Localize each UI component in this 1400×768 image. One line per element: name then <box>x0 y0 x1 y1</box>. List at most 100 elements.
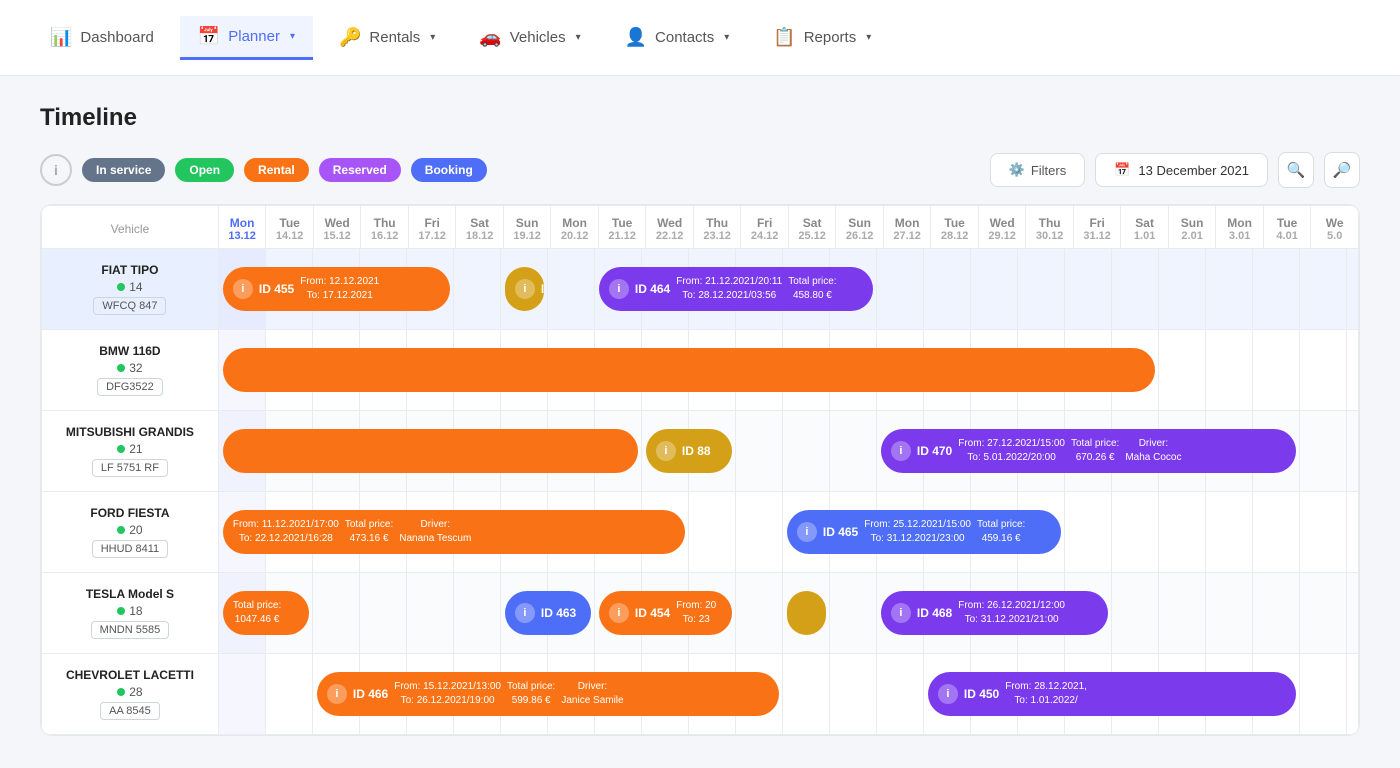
event-pill-tesla-short[interactable]: Total price:1047.46 € <box>223 591 309 635</box>
event-pill-466[interactable]: iID 466From: 15.12.2021/13:00To: 26.12.2… <box>317 672 779 716</box>
pill-detail: From: 26.12.2021/12:00To: 31.12.2021/21:… <box>958 599 1065 627</box>
planner-chevron-icon: ▾ <box>290 31 295 42</box>
col-header-2: Wed15.12 <box>313 206 361 249</box>
pill-driver: Driver:Maha Cococ <box>1125 437 1181 465</box>
pill-info-icon: i <box>515 603 535 623</box>
event-pill-450[interactable]: iID 450From: 28.12.2021,To: 1.01.2022/ <box>928 672 1296 716</box>
col-header-10: Thu23.12 <box>693 206 741 249</box>
search-button-2[interactable]: 🔎 <box>1324 152 1360 188</box>
pill-info-icon: i <box>891 603 911 623</box>
vehicles-icon: 🚗 <box>479 27 501 48</box>
pill-detail: From: 28.12.2021,To: 1.01.2022/ <box>1005 680 1087 708</box>
vehicle-id-chevrolet-lacetti: 28 <box>50 685 210 699</box>
badge-inservice[interactable]: In service <box>82 158 165 182</box>
contacts-icon: 👤 <box>625 27 647 48</box>
dashboard-label: Dashboard <box>80 29 153 46</box>
pill-detail: From: 25.12.2021/15:00To: 31.12.2021/23:… <box>864 518 971 546</box>
col-header-16: Wed29.12 <box>978 206 1026 249</box>
status-dot <box>117 607 125 615</box>
event-pill-470[interactable]: iID 470From: 27.12.2021/15:00To: 5.01.20… <box>881 429 1296 473</box>
timeline-header: Vehicle Mon13.12Tue14.12Wed15.12Thu16.12… <box>42 206 1359 249</box>
pill-driver: Driver:Nanana Tescum <box>399 518 471 546</box>
pill-info-icon: i <box>797 522 817 542</box>
event-pill-tesla-yellow[interactable] <box>787 591 826 635</box>
event-pill-455[interactable]: iID 455From: 12.12.2021To: 17.12.2021 <box>223 267 450 311</box>
vehicle-name-tesla-model-s: TESLA Model S <box>50 587 210 601</box>
event-pill-464[interactable]: iID 464From: 21.12.2021/20:11To: 28.12.2… <box>599 267 873 311</box>
date-picker-button[interactable]: 📅 13 December 2021 <box>1095 153 1268 187</box>
vehicle-name-bmw-116d: BMW 116D <box>50 344 210 358</box>
col-header-6: Sun19.12 <box>503 206 551 249</box>
filters-button[interactable]: ⚙️ Filters <box>990 153 1086 187</box>
event-pill-88[interactable]: iID 88 <box>646 429 732 473</box>
pill-info-icon: i <box>609 279 629 299</box>
vehicles-chevron-icon: ▾ <box>576 32 581 43</box>
status-dot <box>117 688 125 696</box>
search-button-1[interactable]: 🔍 <box>1278 152 1314 188</box>
vehicle-cell-tesla-model-s: TESLA Model S 18 MNDN 5585 <box>42 573 219 654</box>
event-pill-ford-long[interactable]: From: 11.12.2021/17:00To: 22.12.2021/16:… <box>223 510 685 554</box>
event-pill-468[interactable]: i ID 468 From: 26.12.2021/12:00To: 31.12.2… <box>881 591 1108 635</box>
table-row: CHEVROLET LACETTI 28 AA 8545 iID 466From… <box>42 654 1359 735</box>
nav-item-rentals[interactable]: 🔑 Rentals ▾ <box>321 17 453 58</box>
pill-label: ID 466 <box>353 687 388 701</box>
calendar-icon: 📅 <box>1114 162 1130 178</box>
pill-label: ID 454 <box>635 606 670 620</box>
col-header-9: Wed22.12 <box>646 206 694 249</box>
events-cell-mitsubishi-grandis: iID 88 iID 470From: 27.12.2021/15:00To: 5… <box>218 411 1358 492</box>
events-cell-ford-fiesta: From: 11.12.2021/17:00To: 22.12.2021/16:… <box>218 492 1358 573</box>
table-row: BMW 116D 32 DFG3522 <box>42 330 1359 411</box>
vehicle-name-fiat-tipo: FIAT TIPO <box>50 263 210 277</box>
vehicle-plate-chevrolet-lacetti: AA 8545 <box>100 702 160 720</box>
vehicle-name-chevrolet-lacetti: CHEVROLET LACETTI <box>50 668 210 682</box>
status-dot <box>117 364 125 372</box>
col-header-7: Mon20.12 <box>551 206 599 249</box>
timeline-container: Vehicle Mon13.12Tue14.12Wed15.12Thu16.12… <box>40 204 1360 736</box>
vehicle-cell-ford-fiesta: FORD FIESTA 20 HHUD 8411 <box>42 492 219 573</box>
pill-label: ID 88 <box>682 444 711 458</box>
reports-icon: 📋 <box>773 27 795 48</box>
pill-label: ID 468 <box>917 606 952 620</box>
page-title: Timeline <box>40 104 1360 132</box>
col-header-12: Sat25.12 <box>788 206 836 249</box>
pill-label: ID 470 <box>917 444 952 458</box>
col-header-20: Sun2.01 <box>1168 206 1216 249</box>
col-header-3: Thu16.12 <box>361 206 409 249</box>
pill-detail: From: 11.12.2021/17:00To: 22.12.2021/16:… <box>233 518 339 546</box>
pill-info-icon: i <box>609 603 629 623</box>
table-row: TESLA Model S 18 MNDN 5585 Total price:1… <box>42 573 1359 654</box>
event-pill-465[interactable]: iID 465From: 25.12.2021/15:00To: 31.12.2… <box>787 510 1061 554</box>
vehicles-label: Vehicles <box>510 29 566 46</box>
event-pill-bmw-long[interactable] <box>223 348 1155 392</box>
col-header-19: Sat1.01 <box>1121 206 1169 249</box>
filter-bar: i In service Open Rental Reserved Booking ⚙️ … <box>40 152 1360 188</box>
reports-label: Reports <box>804 29 857 46</box>
event-pill-463[interactable]: iID 463 <box>505 591 591 635</box>
col-header-18: Fri31.12 <box>1073 206 1121 249</box>
event-pill-mits-long[interactable] <box>223 429 638 473</box>
vehicle-name-mitsubishi-grandis: MITSUBISHI GRANDIS <box>50 425 210 439</box>
col-header-0: Mon13.12 <box>218 206 266 249</box>
events-cell-bmw-116d <box>218 330 1358 411</box>
vehicle-id-fiat-tipo: 14 <box>50 280 210 294</box>
vehicle-cell-mitsubishi-grandis: MITSUBISHI GRANDIS 21 LF 5751 RF <box>42 411 219 492</box>
nav-item-reports[interactable]: 📋 Reports ▾ <box>755 17 889 58</box>
badge-rental[interactable]: Rental <box>244 158 309 182</box>
nav-item-planner[interactable]: 📅 Planner ▾ <box>180 16 313 60</box>
rentals-chevron-icon: ▾ <box>430 32 435 43</box>
nav-item-dashboard[interactable]: 📊 Dashboard <box>32 17 172 58</box>
pill-detail: From: 20To: 23 <box>676 599 716 627</box>
events-cell-chevrolet-lacetti: iID 466From: 15.12.2021/13:00To: 26.12.2… <box>218 654 1358 735</box>
nav-item-contacts[interactable]: 👤 Contacts ▾ <box>607 17 748 58</box>
filter-right: ⚙️ Filters 📅 13 December 2021 🔍 🔎 <box>990 152 1360 188</box>
vehicle-plate-mitsubishi-grandis: LF 5751 RF <box>92 459 168 477</box>
badge-reserved[interactable]: Reserved <box>319 158 401 182</box>
event-pill-ie[interactable]: iIE <box>505 267 544 311</box>
badge-open[interactable]: Open <box>175 158 234 182</box>
event-pill-454[interactable]: i ID 454 From: 20To: 23 <box>599 591 732 635</box>
vehicle-cell-bmw-116d: BMW 116D 32 DFG3522 <box>42 330 219 411</box>
badge-booking[interactable]: Booking <box>411 158 487 182</box>
info-button[interactable]: i <box>40 154 72 186</box>
vehicle-plate-bmw-116d: DFG3522 <box>97 378 163 396</box>
nav-item-vehicles[interactable]: 🚗 Vehicles ▾ <box>461 17 598 58</box>
